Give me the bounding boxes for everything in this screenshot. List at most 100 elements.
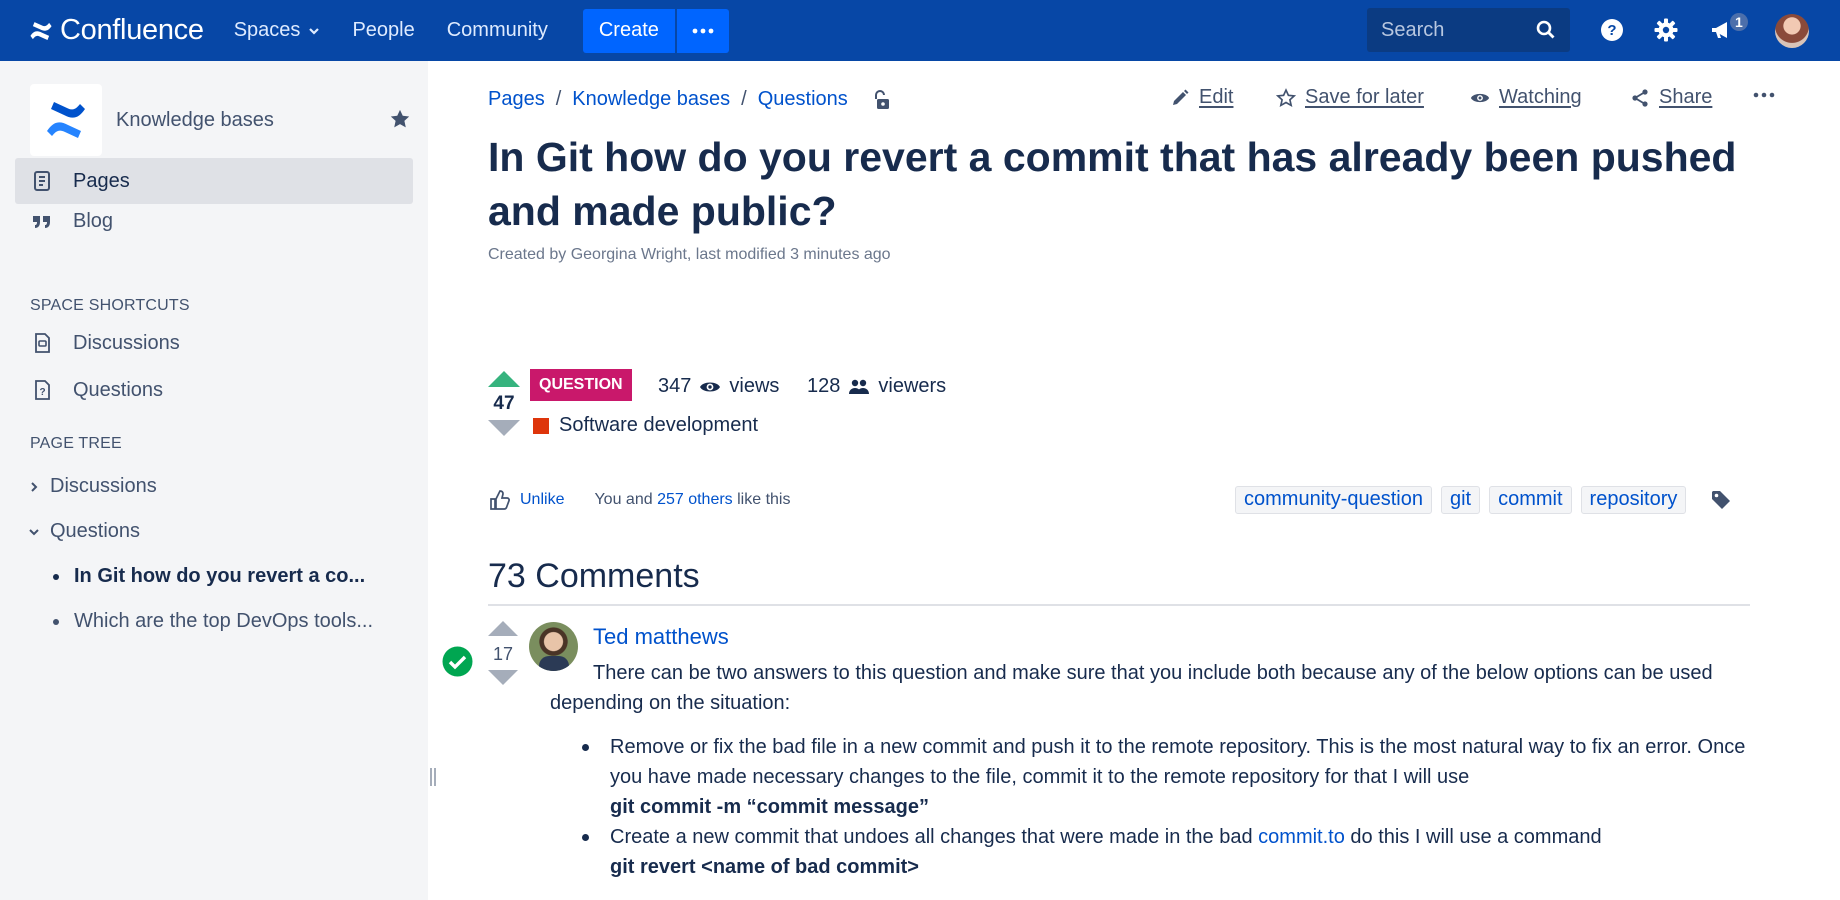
- search-box[interactable]: [1367, 8, 1570, 52]
- search-input[interactable]: [1381, 18, 1531, 42]
- views-count: 347: [658, 375, 692, 397]
- pencil-icon: [1173, 89, 1189, 105]
- create-more-button[interactable]: [674, 8, 729, 53]
- create-button-group: Create: [582, 8, 729, 53]
- comment-author-name[interactable]: Ted matthews: [593, 624, 729, 650]
- tree-item-label: Questions: [50, 520, 141, 542]
- likes-others-link[interactable]: 257 others: [657, 491, 733, 509]
- share-label: Share: [1659, 86, 1713, 108]
- comment-upvote-button[interactable]: [488, 621, 518, 636]
- comments-heading: 73 Comments: [488, 557, 700, 595]
- likes-prefix: You and: [594, 491, 658, 508]
- topic-tag[interactable]: Software development: [533, 414, 758, 437]
- page-byline: Created by Georgina Wright, last modifie…: [488, 246, 891, 263]
- tree-item-label: Discussions: [50, 475, 157, 497]
- question-doc-icon: ?: [35, 380, 50, 400]
- watching-button[interactable]: Watching: [1470, 86, 1582, 109]
- nav-spaces[interactable]: Spaces: [234, 19, 321, 42]
- more-actions-icon[interactable]: [1752, 89, 1776, 101]
- chevron-down-icon[interactable]: [28, 526, 40, 538]
- settings-gear-icon[interactable]: [1653, 17, 1679, 43]
- breadcrumb-knowledge-bases[interactable]: Knowledge bases: [572, 88, 730, 111]
- code-command: git revert <name of bad commit>: [610, 856, 919, 878]
- question-downvote-button[interactable]: [488, 420, 520, 436]
- tag-icon[interactable]: [1710, 489, 1732, 511]
- like-row: Unlike You and 257 others like this: [488, 489, 790, 511]
- sidebar-item-questions[interactable]: ? Questions: [15, 367, 413, 413]
- label-chip[interactable]: git: [1440, 486, 1481, 514]
- star-outline-icon: [1276, 87, 1296, 107]
- space-logo[interactable]: [30, 84, 102, 156]
- sidebar-item-discussions[interactable]: Discussions: [15, 320, 413, 366]
- more-dots-icon: [692, 28, 714, 33]
- page-tree-heading: PAGE TREE: [30, 435, 122, 452]
- viewers-stat: 128 viewers: [807, 375, 946, 398]
- bullet-text: Create a new commit that undoes all chan…: [610, 826, 1259, 848]
- quote-icon: [33, 216, 50, 228]
- comment-body: There can be two answers to this questio…: [550, 662, 1713, 714]
- topic-label: Software development: [559, 414, 759, 436]
- confluence-logo-icon: [30, 21, 52, 40]
- bullet-text: Remove or fix the bad file in a new comm…: [610, 736, 1746, 788]
- page-icon: [34, 171, 50, 191]
- tree-item-questions[interactable]: Questions: [28, 520, 140, 543]
- sidebar-item-label: Questions: [73, 378, 164, 401]
- create-button[interactable]: Create: [582, 8, 675, 53]
- space-name[interactable]: Knowledge bases: [116, 109, 274, 132]
- list-item: Remove or fix the bad file in a new comm…: [580, 732, 1750, 822]
- viewers-count: 128: [807, 375, 841, 397]
- breadcrumb: Pages / Knowledge bases / Questions: [488, 88, 892, 111]
- bullet-text: do this I will use a command: [1344, 826, 1602, 848]
- svg-text:?: ?: [1607, 22, 1616, 39]
- tree-child-label: In Git how do you revert a co...: [74, 565, 366, 587]
- comment-vote-count: 17: [492, 644, 514, 664]
- share-button[interactable]: Share: [1630, 86, 1712, 109]
- user-avatar[interactable]: [1775, 14, 1809, 48]
- unlocked-restrictions-icon[interactable]: [870, 89, 892, 111]
- nav-people[interactable]: People: [352, 19, 414, 42]
- favourite-star-icon[interactable]: [389, 108, 411, 130]
- edit-button[interactable]: Edit: [1170, 86, 1233, 109]
- breadcrumb-separator: /: [555, 88, 562, 110]
- save-for-later-label: Save for later: [1305, 86, 1424, 108]
- breadcrumb-questions[interactable]: Questions: [758, 88, 848, 111]
- comment-downvote-button[interactable]: [488, 670, 518, 685]
- sidebar-item-blog[interactable]: Blog: [15, 198, 413, 244]
- svg-text:?: ?: [39, 387, 45, 398]
- search-icon: [1536, 20, 1555, 39]
- tree-item-discussions[interactable]: Discussions: [28, 475, 157, 498]
- tree-child-devops[interactable]: Which are the top DevOps tools...: [53, 610, 373, 633]
- inline-link[interactable]: commit.to: [1258, 826, 1345, 848]
- viewers-label: viewers: [878, 375, 947, 397]
- eye-icon: [700, 382, 721, 391]
- space-logo-icon: [47, 102, 85, 138]
- save-for-later-button[interactable]: Save for later: [1276, 86, 1424, 109]
- label-chip[interactable]: repository: [1580, 486, 1687, 514]
- eye-icon: [1470, 93, 1490, 102]
- sidebar-resize-handle[interactable]: [429, 768, 439, 790]
- label-chip[interactable]: commit: [1489, 486, 1572, 514]
- sidebar-item-label: Pages: [73, 169, 130, 192]
- page-title: In Git how do you revert a commit that h…: [488, 134, 1737, 234]
- breadcrumb-separator: /: [741, 88, 747, 110]
- tree-child-label: Which are the top DevOps tools...: [74, 610, 374, 632]
- chevron-right-icon[interactable]: [28, 481, 40, 493]
- space-shortcuts-heading: SPACE SHORTCUTS: [30, 297, 190, 314]
- bullet-dot: [53, 618, 59, 625]
- label-chip[interactable]: community-question: [1235, 486, 1432, 514]
- likes-suffix: like this: [732, 491, 791, 508]
- chevron-down-icon: [309, 27, 320, 35]
- topic-color-square: [533, 417, 549, 434]
- discussion-icon: [35, 333, 50, 353]
- help-icon[interactable]: ?: [1599, 17, 1625, 43]
- unlike-link[interactable]: Unlike: [520, 491, 564, 509]
- views-stat: 347 views: [658, 375, 779, 398]
- breadcrumb-pages[interactable]: Pages: [488, 88, 545, 111]
- thumbs-up-icon[interactable]: [488, 489, 510, 511]
- nav-spaces-label: Spaces: [233, 19, 301, 41]
- nav-community[interactable]: Community: [447, 19, 548, 42]
- confluence-logo[interactable]: Confluence: [28, 14, 204, 47]
- tree-child-current-page[interactable]: In Git how do you revert a co...: [53, 565, 365, 588]
- question-upvote-button[interactable]: [488, 371, 520, 387]
- sidebar-item-label: Blog: [73, 209, 114, 232]
